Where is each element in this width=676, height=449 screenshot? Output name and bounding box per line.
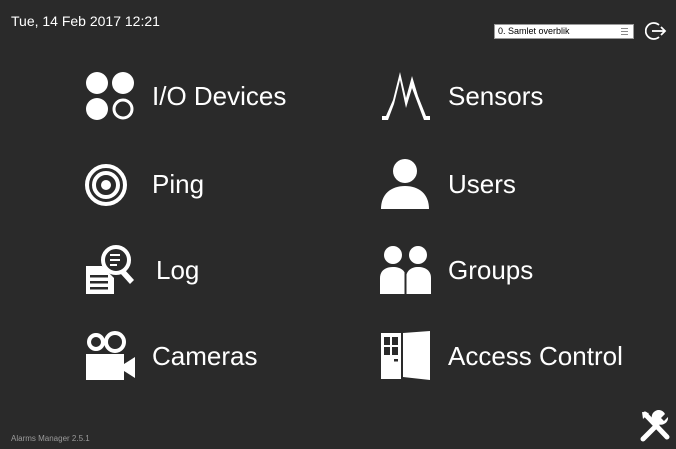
view-select-value: 0. Samlet overblik <box>498 26 570 36</box>
version-label: Alarms Manager 2.5.1 <box>11 434 90 443</box>
menu-label-groups: Groups <box>448 254 534 285</box>
menu-item-cameras[interactable]: Cameras <box>84 330 257 382</box>
log-icon <box>86 245 134 294</box>
groups-icon <box>380 246 431 294</box>
tools-icon <box>640 410 670 442</box>
menu-item-io-devices[interactable]: I/O Devices <box>84 70 286 122</box>
menu-item-sensors[interactable]: Sensors <box>380 70 543 122</box>
cameras-icon <box>86 331 135 380</box>
menu-label-ping: Ping <box>152 168 205 199</box>
main-screen: Tue, 14 Feb 2017 12:21 0. Samlet overbli… <box>0 0 676 449</box>
menu-item-access-control[interactable]: Access Control <box>380 330 623 382</box>
menu-item-groups[interactable]: Groups <box>380 244 533 296</box>
io-devices-icon <box>86 72 134 120</box>
menu-label-cameras: Cameras <box>152 340 258 371</box>
ping-icon <box>85 164 127 206</box>
menu-item-users[interactable]: Users <box>380 158 516 210</box>
access-control-icon <box>381 331 430 380</box>
users-icon <box>381 159 429 209</box>
menu-label-sensors: Sensors <box>448 80 544 111</box>
sensors-icon <box>382 72 430 120</box>
settings-tools-button[interactable] <box>640 410 672 442</box>
view-select-dropdown[interactable]: 0. Samlet overblik <box>494 24 634 39</box>
menu-label-io-devices: I/O Devices <box>152 80 287 111</box>
menu-item-ping[interactable]: Ping <box>84 158 204 210</box>
logout-icon <box>644 22 667 40</box>
logout-button[interactable] <box>644 20 667 42</box>
dropdown-menu-icon <box>621 28 628 35</box>
menu-item-log[interactable]: Log <box>84 244 199 296</box>
datetime-display: Tue, 14 Feb 2017 12:21 <box>11 13 160 29</box>
menu-label-access-control: Access Control <box>448 340 623 371</box>
menu-label-log: Log <box>156 254 200 285</box>
menu-label-users: Users <box>448 168 516 199</box>
